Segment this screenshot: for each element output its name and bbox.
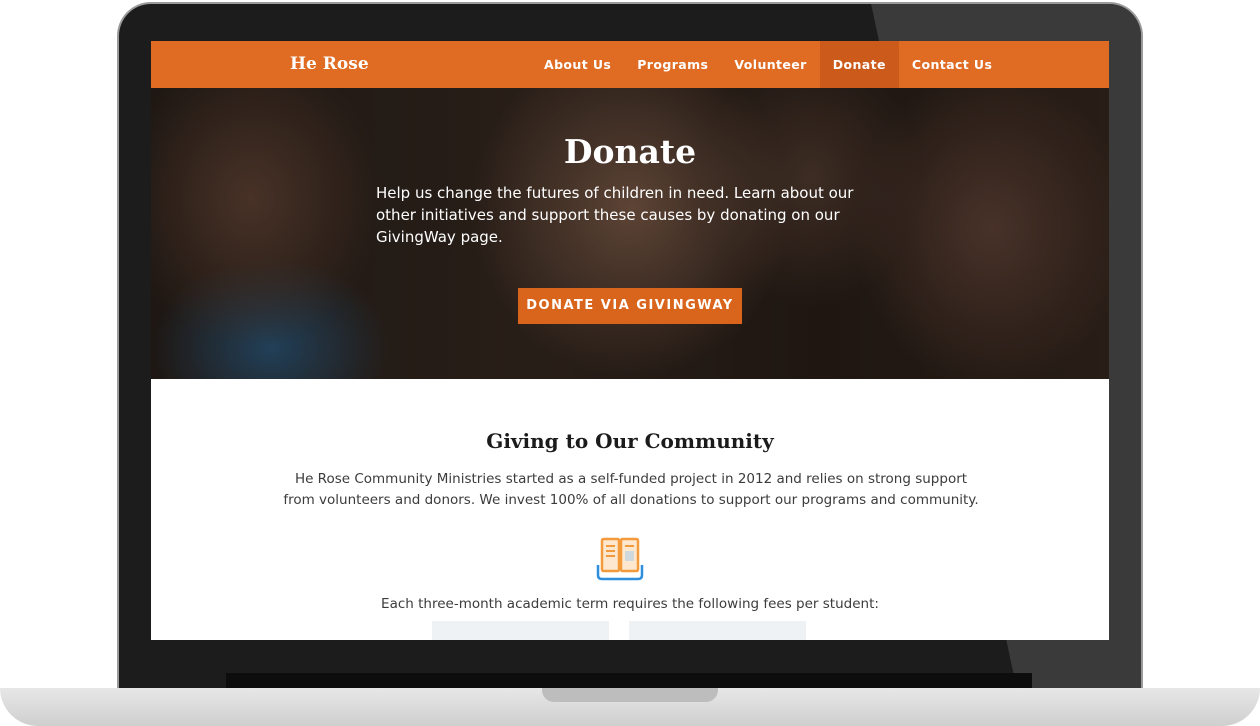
nav-item-programs[interactable]: Programs [624, 41, 721, 88]
nav-links: About Us Programs Volunteer Donate Conta… [531, 41, 1005, 88]
book-icon [596, 537, 644, 581]
laptop-hinge [226, 673, 1032, 689]
nav-item-about-us[interactable]: About Us [531, 41, 624, 88]
laptop-notch [542, 688, 718, 702]
section-title: Giving to Our Community [486, 429, 774, 453]
section-description: He Rose Community Ministries started as … [283, 471, 979, 508]
hero-banner: Donate Help us change the futures of chi… [151, 88, 1109, 379]
fee-card [629, 621, 806, 640]
hero-title: Donate [563, 132, 697, 171]
fee-card [432, 621, 609, 640]
hero-description: Help us change the futures of children i… [376, 184, 854, 246]
donate-button[interactable]: DONATE VIA GIVINGWAY [518, 288, 742, 324]
top-navbar: He Rose About Us Programs Volunteer Dona… [151, 41, 1109, 88]
fees-intro: Each three-month academic term requires … [381, 596, 879, 612]
browser-viewport: He Rose About Us Programs Volunteer Dona… [151, 41, 1109, 640]
nav-item-contact-us[interactable]: Contact Us [899, 41, 1005, 88]
nav-item-volunteer[interactable]: Volunteer [721, 41, 819, 88]
nav-item-donate[interactable]: Donate [819, 41, 899, 88]
site-logo[interactable]: He Rose [290, 54, 369, 74]
